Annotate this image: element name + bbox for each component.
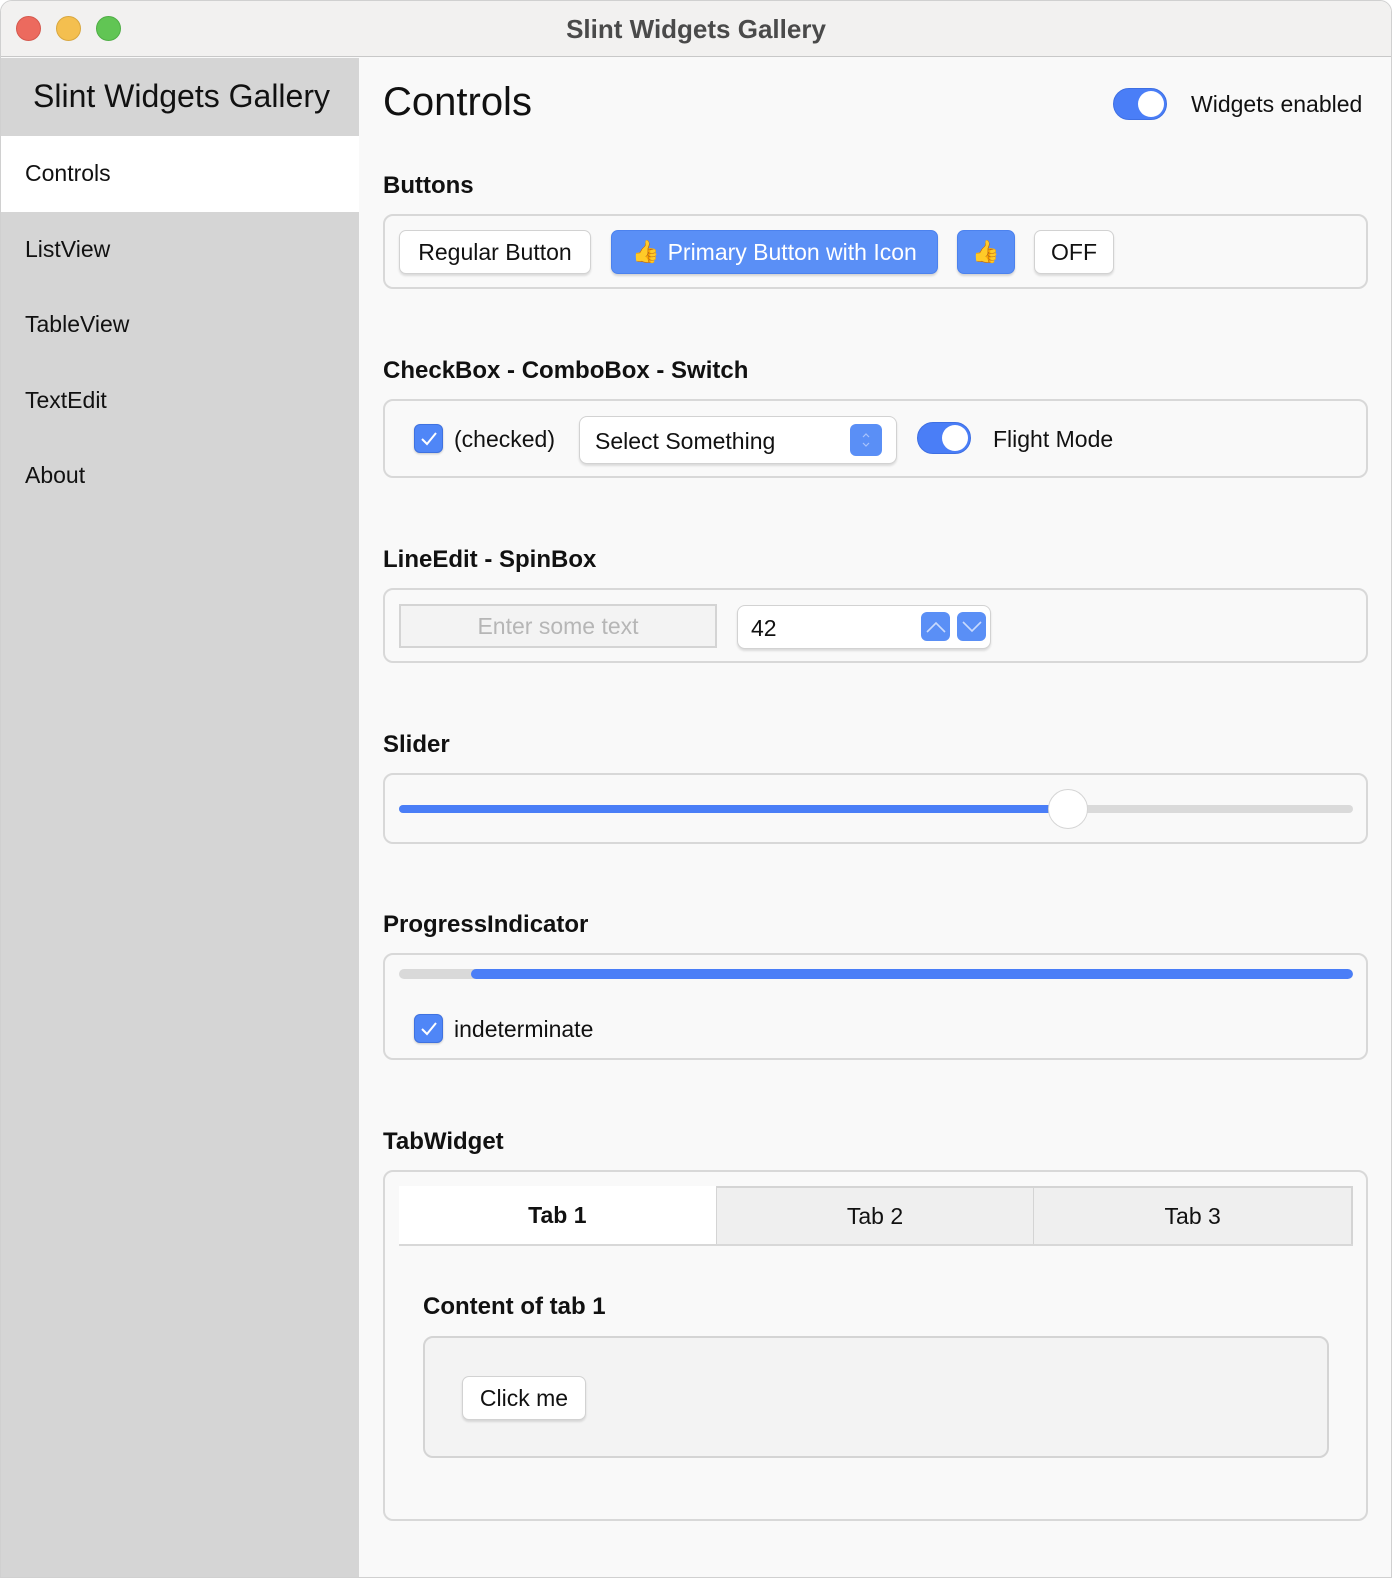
spinbox-value: 42 <box>751 615 777 641</box>
switch-knob <box>942 425 968 451</box>
indeterminate-checkbox[interactable] <box>414 1014 443 1043</box>
widgets-enabled-switch[interactable] <box>1113 88 1167 120</box>
slider-handle[interactable] <box>1047 789 1088 829</box>
tab-bar: Tab 1 Tab 2 Tab 3 <box>399 1186 1354 1246</box>
number-spinbox[interactable]: 42 <box>737 605 991 649</box>
primary-button-with-icon[interactable]: 👍 Primary Button with Icon <box>611 230 938 274</box>
flight-mode-label: Flight Mode <box>993 426 1114 452</box>
progress-section-title: ProgressIndicator <box>383 911 589 938</box>
page-title: Controls <box>383 80 532 124</box>
checkbox-label: (checked) <box>454 426 555 452</box>
slider[interactable] <box>399 789 1353 829</box>
switch-knob <box>1138 91 1164 117</box>
sidebar-item-listview[interactable]: ListView <box>1 212 359 288</box>
progress-group: indeterminate <box>383 953 1368 1060</box>
chevron-down-icon <box>961 620 982 632</box>
lineedit-spinbox-group: Enter some text 42 <box>383 588 1368 663</box>
checkbox-section-title: CheckBox - ComboBox - Switch <box>383 357 749 384</box>
sidebar-item-label: Controls <box>25 160 111 187</box>
indeterminate-label: indeterminate <box>454 1016 594 1042</box>
tab-2[interactable]: Tab 2 <box>715 1186 1034 1244</box>
text-line-edit[interactable]: Enter some text <box>399 604 717 648</box>
click-me-label: Click me <box>479 1384 569 1411</box>
select-combobox[interactable]: Select Something <box>579 416 897 464</box>
combobox-value: Select Something <box>595 428 776 454</box>
tab-content-title: Content of tab 1 <box>423 1293 606 1320</box>
tab-content-group: Click me <box>423 1336 1329 1458</box>
checked-checkbox[interactable] <box>414 424 443 453</box>
sidebar: Slint Widgets Gallery Controls ListView … <box>1 58 359 1577</box>
tabwidget-section-title: TabWidget <box>383 1128 504 1155</box>
buttons-group: Regular Button 👍 Primary Button with Ico… <box>383 214 1368 289</box>
tab-label: Tab 1 <box>528 1201 587 1228</box>
flight-mode-switch[interactable] <box>917 422 971 454</box>
sidebar-item-textedit[interactable]: TextEdit <box>1 363 359 439</box>
sidebar-item-label: ListView <box>25 235 111 262</box>
off-toggle-button[interactable]: OFF <box>1034 230 1114 274</box>
progress-fill <box>470 969 1353 979</box>
sidebar-item-label: TextEdit <box>25 386 107 413</box>
primary-button-label: Primary Button with Icon <box>667 238 917 265</box>
slider-group <box>383 773 1368 844</box>
icon-only-button[interactable]: 👍 <box>957 230 1015 274</box>
buttons-section-title: Buttons <box>383 172 474 199</box>
checkmark-icon <box>420 431 437 445</box>
progress-indicator <box>399 969 1353 979</box>
combobox-updown-icon <box>850 424 882 456</box>
tabwidget-group: Tab 1 Tab 2 Tab 3 Content of tab 1 Click… <box>383 1170 1368 1521</box>
thumbs-up-icon: 👍 <box>632 239 660 264</box>
main-content: Controls Widgets enabled Buttons Regular… <box>359 58 1391 1577</box>
tab-3[interactable]: Tab 3 <box>1033 1186 1354 1244</box>
checkbox-combobox-switch-group: (checked) Select Something Flight Mode <box>383 399 1368 478</box>
regular-button-label: Regular Button <box>418 238 572 265</box>
click-me-button[interactable]: Click me <box>462 1376 586 1420</box>
sidebar-title: Slint Widgets Gallery <box>33 78 330 114</box>
window-title: Slint Widgets Gallery <box>566 14 826 44</box>
spinbox-increment-button[interactable] <box>921 612 950 641</box>
sidebar-item-tableview[interactable]: TableView <box>1 287 359 363</box>
tab-label: Tab 3 <box>1164 1202 1221 1229</box>
sidebar-item-label: About <box>25 462 86 489</box>
slider-fill <box>399 805 1068 813</box>
sidebar-item-controls[interactable]: Controls <box>1 136 359 212</box>
app-window: Slint Widgets Gallery Slint Widgets Gall… <box>0 0 1392 1578</box>
checkmark-icon <box>420 1021 437 1035</box>
slider-section-title: Slider <box>383 731 450 758</box>
tab-1[interactable]: Tab 1 <box>399 1186 716 1244</box>
sidebar-item-about[interactable]: About <box>1 438 359 514</box>
regular-button[interactable]: Regular Button <box>399 230 591 274</box>
widgets-enabled-label: Widgets enabled <box>1191 90 1363 117</box>
thumbs-up-icon: 👍 <box>972 239 1000 264</box>
chevron-up-icon <box>925 621 946 633</box>
sidebar-item-label: TableView <box>25 311 130 338</box>
lineedit-section-title: LineEdit - SpinBox <box>383 546 597 573</box>
title-bar: Slint Widgets Gallery <box>1 1 1391 57</box>
toggle-button-label: OFF <box>1051 238 1097 265</box>
widgets-enabled-toggle-row: Widgets enabled <box>1113 88 1362 120</box>
tab-label: Tab 2 <box>846 1202 904 1229</box>
spinbox-decrement-button[interactable] <box>957 612 986 641</box>
